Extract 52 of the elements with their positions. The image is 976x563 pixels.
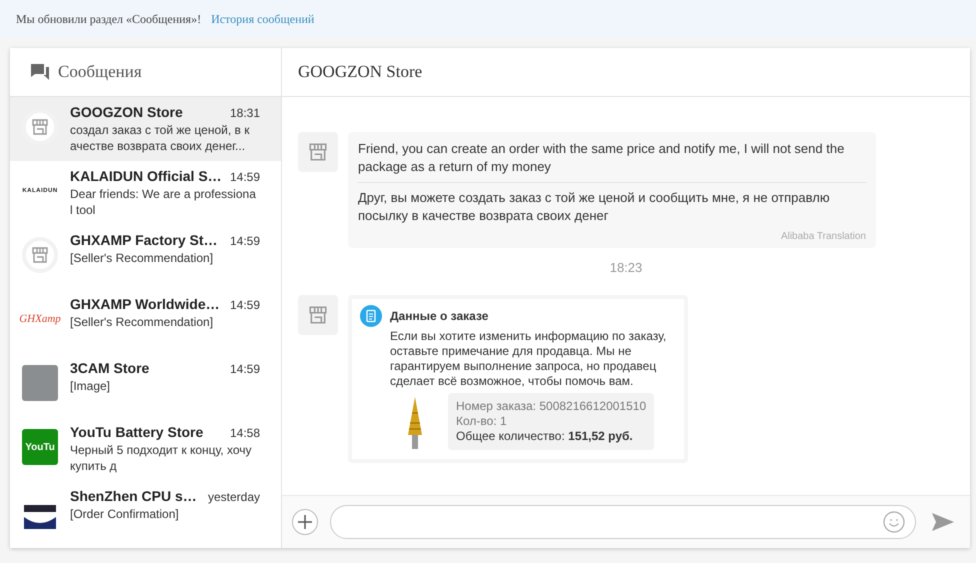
conversation-preview: Черный 5 подходит к концу, хочу купить д: [70, 442, 252, 474]
chat-bubbles-icon: [30, 63, 50, 81]
message-time: 18:23: [610, 260, 642, 275]
conversation-name: YouTu Battery Store: [70, 424, 204, 440]
add-button[interactable]: [292, 509, 318, 535]
store-logo: YouTu: [22, 429, 58, 465]
notice-text: Мы обновили раздел «Сообщения»!: [16, 12, 202, 26]
document-icon: [360, 305, 382, 327]
conversation-preview: [Seller's Recommendation]: [70, 314, 214, 330]
conversation-name: 3CAM Store: [70, 360, 150, 376]
conversation-name: GOOGZON Store: [70, 104, 183, 120]
conversation-preview: создал заказ с той же ценой, в к ачестве возврата своих денег...: [70, 122, 250, 154]
photo-placeholder: [22, 365, 58, 401]
conversation-item[interactable]: YouTu YouTu Battery Store 14:58 Черный 5 подходит к концу, хочу купить д: [10, 417, 281, 481]
conversation-time: 14:59: [230, 170, 260, 184]
conversation-time: 18:31: [230, 106, 260, 120]
order-detail: Номер заказа: 5008216612001510: [456, 399, 646, 414]
conversation-preview: Dear friends: We are a professiona l tool: [70, 186, 257, 218]
order-detail: Кол-во: 1: [456, 414, 508, 429]
conversation-time: 14:59: [230, 362, 260, 376]
store-avatar: [298, 295, 338, 335]
conversation-preview: [Image]: [70, 378, 112, 394]
store-logo: GHXamp: [19, 313, 61, 325]
store-avatar: [22, 237, 58, 273]
conversation-item[interactable]: ShenZhen CPU s… yesterday [Order Confirmation]: [10, 481, 281, 545]
order-description: Если вы хотите изменить информацию по заказу, оставьте примечание для продавца. Мы не гарантируем выполнение запроса, но продавец сделает всё возможное, чтобы помочь вам.: [390, 329, 668, 389]
plus-icon[interactable]: [298, 515, 312, 529]
conversation-item[interactable]: GHXAMP Factory St… 14:59 [Seller's Recommendation]: [10, 225, 281, 289]
order-title: Данные о заказе: [390, 309, 488, 323]
smiley-icon[interactable]: [883, 511, 905, 533]
conversation-name: ShenZhen CPU s…: [70, 488, 197, 504]
store-avatar: [298, 132, 338, 172]
conversation-time: 14:58: [230, 426, 260, 440]
conversation-name: KALAIDUN Official S…: [70, 168, 222, 184]
translation-source: Alibaba Translation: [780, 231, 866, 242]
conversation-preview: [Seller's Recommendation]: [70, 250, 214, 266]
order-detail: Общее количество: 151,52 руб.: [456, 429, 634, 444]
chat-title: GOOGZON Store: [298, 62, 422, 82]
conversation-item[interactable]: 3CAM Store 14:59 [Image]: [10, 353, 281, 417]
conversation-name: GHXAMP Factory St…: [70, 232, 218, 248]
message-input[interactable]: [330, 505, 916, 539]
translated-text: Друг, вы можете создать заказ с той же ценой и сообщить мне, я не отправлю посылку в качестве возврата своих денег: [358, 182, 866, 225]
conversation-time: 14:59: [230, 234, 260, 248]
send-icon[interactable]: [932, 513, 954, 531]
conversation-name: GHXAMP Worldwide…: [70, 296, 220, 312]
conversation-item[interactable]: GHXamp GHXAMP Worldwide… 14:59 [Seller's Recommendation]: [10, 289, 281, 353]
conversation-item[interactable]: GOOGZON Store 18:31 создал заказ с той же ценой, в к ачестве возврата своих денег...: [10, 97, 281, 161]
conversation-time: yesterday: [208, 490, 260, 504]
conversation-time: 14:59: [230, 298, 260, 312]
message-text: Friend, you can create an order with the same price and notify me, I will not send the package as a return of my money: [358, 140, 846, 176]
sidebar-title: Сообщения: [58, 62, 142, 82]
conversation-preview: [Order Confirmation]: [70, 506, 180, 522]
